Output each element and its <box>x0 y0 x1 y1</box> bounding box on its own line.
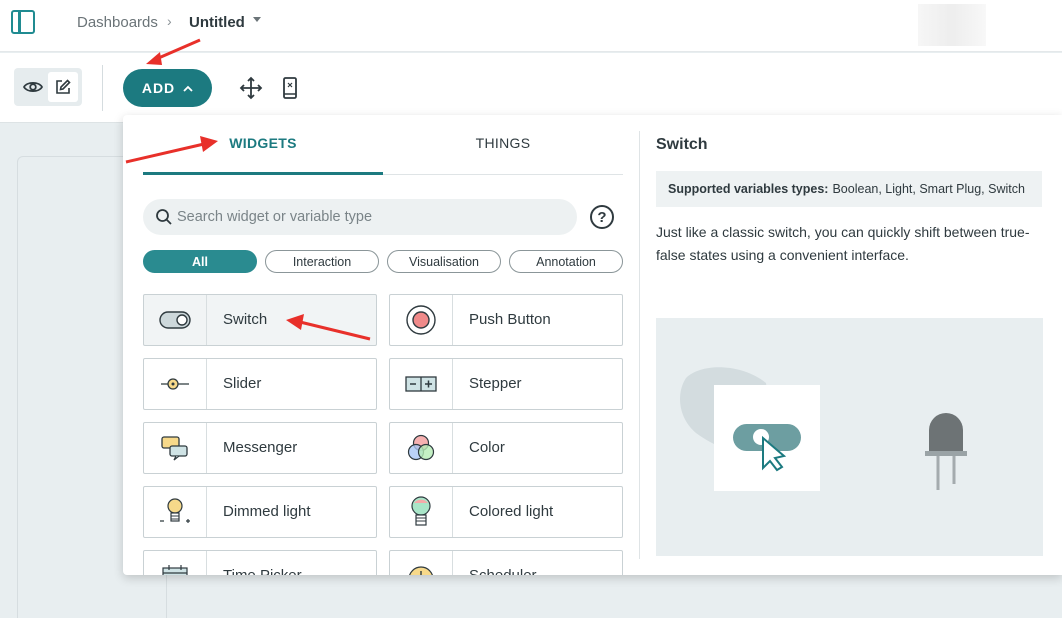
breadcrumb-separator-icon: › <box>167 13 172 29</box>
widget-stepper[interactable]: Stepper <box>389 358 623 410</box>
add-widget-button[interactable]: ADD <box>123 69 212 107</box>
widget-messenger[interactable]: Messenger <box>143 422 377 474</box>
view-mode-button[interactable] <box>18 72 48 102</box>
colored-light-icon <box>411 496 431 526</box>
filter-interaction[interactable]: Interaction <box>265 250 379 273</box>
blurred-user-area <box>918 4 986 46</box>
mobile-view-button[interactable] <box>277 75 303 101</box>
scheduler-icon <box>409 566 433 575</box>
edit-icon <box>56 79 71 94</box>
widget-detail-title: Switch <box>656 136 708 153</box>
stepper-icon <box>405 376 437 392</box>
arrange-widgets-button[interactable] <box>238 75 264 101</box>
widget-label: Colored light <box>469 503 554 520</box>
widget-slider[interactable]: Slider <box>143 358 377 410</box>
supported-types-value: Boolean, Light, Smart Plug, Switch <box>832 182 1025 196</box>
tab-widgets[interactable]: WIDGETS <box>143 135 383 151</box>
widget-switch[interactable]: Switch <box>143 294 377 346</box>
widget-time-picker[interactable]: Time Picker <box>143 550 377 575</box>
widget-label: Time Picker <box>223 567 302 575</box>
widget-colored-light[interactable]: Colored light <box>389 486 623 538</box>
filter-annotation[interactable]: Annotation <box>509 250 623 273</box>
tab-things[interactable]: THINGS <box>383 135 623 151</box>
toolbar-divider <box>102 65 103 111</box>
view-edit-toggle <box>14 68 82 106</box>
dashboard-name-caret-icon[interactable] <box>253 17 261 22</box>
widget-label: Stepper <box>469 375 522 392</box>
widget-label: Switch <box>223 311 268 328</box>
search-icon <box>156 209 172 225</box>
push-button-icon <box>406 305 436 335</box>
widget-search <box>143 199 577 235</box>
switch-preview-illustration <box>680 367 967 491</box>
widget-label: Push Button <box>469 311 551 328</box>
widget-label: Color <box>469 439 505 456</box>
dimmed-light-icon <box>160 498 190 523</box>
top-bar: Dashboards › Untitled <box>0 0 1062 52</box>
widget-description: Just like a classic switch, you can quic… <box>656 224 1030 263</box>
switch-icon <box>159 311 191 329</box>
eye-icon <box>23 81 43 93</box>
chevron-up-icon <box>183 85 193 92</box>
dashboard-name[interactable]: Untitled <box>189 14 245 31</box>
widget-label: Scheduler <box>469 567 537 575</box>
color-icon <box>407 434 435 461</box>
active-tab-indicator <box>143 172 383 175</box>
widget-label: Slider <box>223 375 262 392</box>
widget-push-button[interactable]: Push Button <box>389 294 623 346</box>
widget-preview <box>656 318 1043 556</box>
supported-types-box: Supported variables types: Boolean, Ligh… <box>656 171 1042 207</box>
dashboard-toolbar: ADD <box>0 53 1062 123</box>
help-icon[interactable]: ? <box>590 205 614 229</box>
widget-label: Dimmed light <box>223 503 311 520</box>
filter-all[interactable]: All <box>143 250 257 273</box>
add-widget-popover: WIDGETS THINGS ? All Interaction Visuali… <box>123 115 1062 575</box>
widget-color[interactable]: Color <box>389 422 623 474</box>
add-button-label: ADD <box>141 80 176 96</box>
messenger-icon <box>161 436 188 461</box>
widget-dimmed-light[interactable]: Dimmed light <box>143 486 377 538</box>
supported-types-label: Supported variables types: <box>668 182 829 196</box>
slider-icon <box>161 378 189 390</box>
filter-visualisation[interactable]: Visualisation <box>387 250 501 273</box>
mobile-icon <box>283 77 297 99</box>
search-input[interactable] <box>177 199 567 235</box>
edit-mode-button[interactable] <box>48 72 78 102</box>
time-picker-icon <box>162 565 188 575</box>
widget-scheduler[interactable]: Scheduler <box>389 550 623 575</box>
widget-label: Messenger <box>223 439 298 456</box>
move-icon <box>239 76 263 100</box>
panel-divider <box>639 131 640 559</box>
breadcrumb-dashboards[interactable]: Dashboards <box>77 14 158 31</box>
sidebar-toggle-icon[interactable] <box>11 10 35 34</box>
